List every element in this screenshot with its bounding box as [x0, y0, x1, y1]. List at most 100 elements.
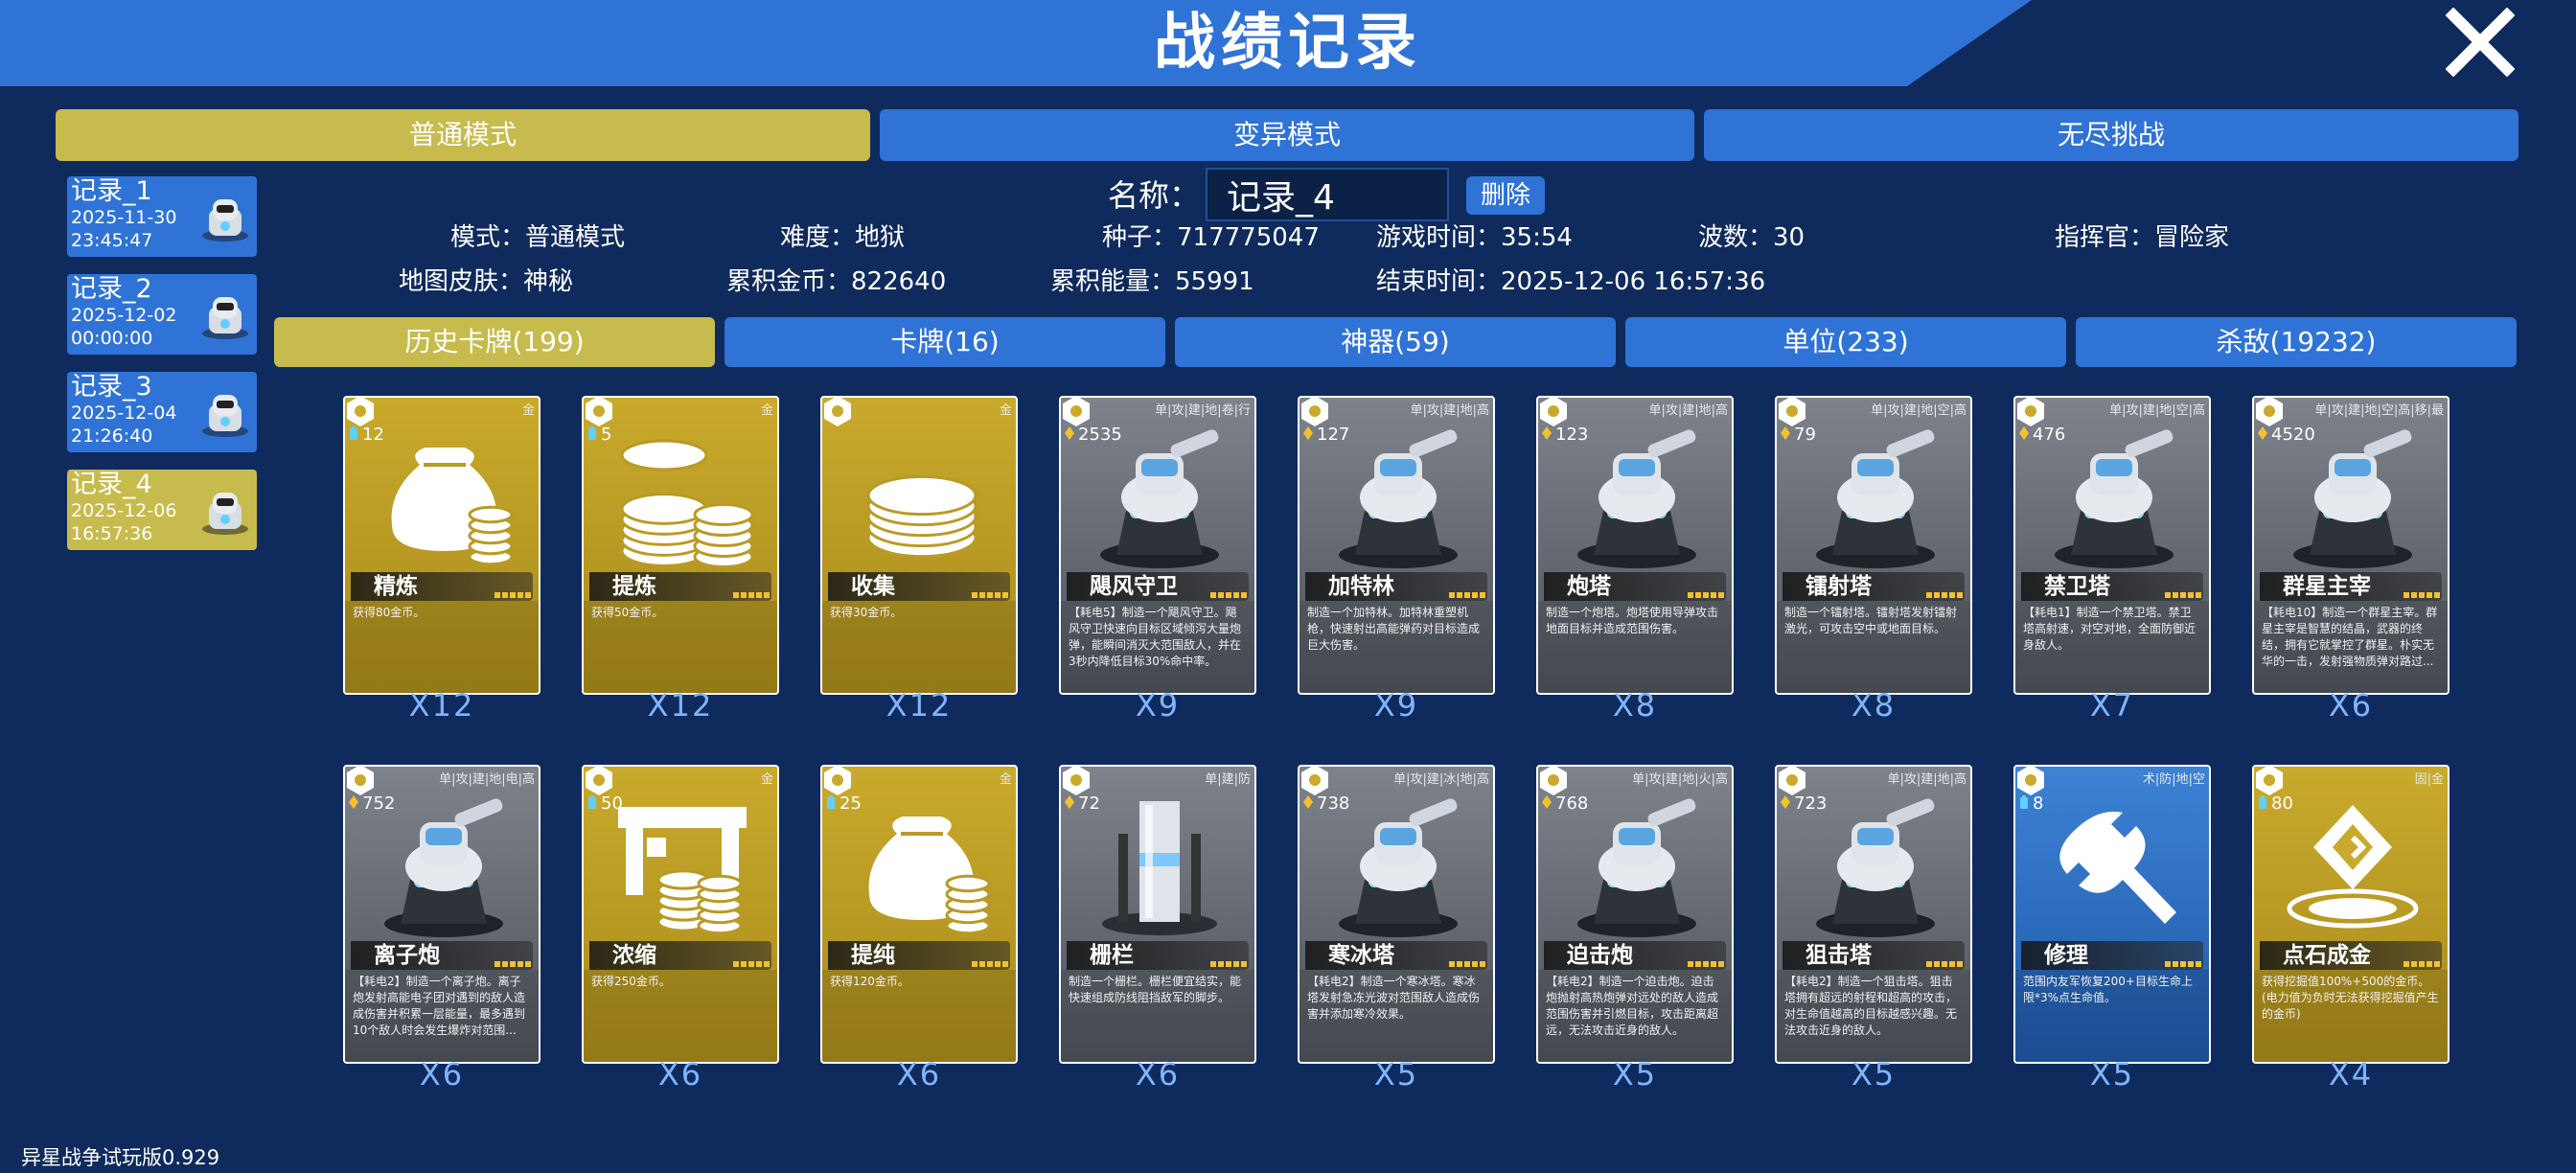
card-17[interactable]: 固|金 80 点石成金 获得挖掘值100%+500的金币。(电力值为负时无法获得挖掘值… — [2252, 765, 2450, 1064]
card-5[interactable]: 单|攻|建|地|高 123 炮塔 制造一个炮塔。炮塔使用导弹攻击地面目标并造成范围伤害… — [1536, 396, 1734, 695]
category-tab-2[interactable]: 神器(59) — [1175, 317, 1616, 367]
gold-diamond-icon — [1303, 795, 1313, 809]
card-count: X4 — [2328, 1056, 2374, 1092]
card-count: X9 — [1373, 687, 1419, 724]
card-13[interactable]: 单|攻|建|冰|地|高 738 寒冰塔 【耗电2】制造一个寒冰塔。寒冰塔发射急冻光波对… — [1298, 765, 1495, 1064]
category-tab-0[interactable]: 历史卡牌(199) — [274, 317, 715, 367]
close-icon[interactable] — [2446, 8, 2515, 77]
card-9[interactable]: 单|攻|建|地|电|高 752 离子炮 【耗电2】制造一个离子炮。离子炮发射高能电子团… — [343, 765, 540, 1064]
record-item[interactable]: 记录_2 2025-12-02 00:00:00 — [67, 274, 257, 355]
record-date: 2025-12-02 — [71, 305, 177, 326]
card-name: 收集 — [851, 574, 895, 599]
card-name: 迫击炮 — [1567, 943, 1633, 968]
name-label: 名称： — [1108, 177, 1201, 214]
card-type-badge-icon — [824, 767, 851, 795]
turret-icon — [384, 798, 503, 937]
card-description: 【耗电1】制造一个禁卫塔。禁卫塔高射速，对空对地，全面防御近身敌人。 — [2023, 606, 2196, 652]
gold-diamond-icon — [1303, 426, 1313, 440]
gold-diamond-icon — [349, 795, 358, 809]
card-type-badge-icon — [586, 398, 612, 426]
card-4[interactable]: 单|攻|建|地|高 127 加特林 制造一个加特林。加特林重塑机枪，快速射出高能弹药对… — [1298, 396, 1495, 695]
gold-diamond-icon — [1542, 426, 1552, 440]
record-item[interactable]: 记录_1 2025-11-30 23:45:47 — [67, 176, 257, 257]
delete-button[interactable]: 删除 — [1466, 176, 1545, 215]
card-tags: 单|攻|建|地|卷|行 — [1155, 403, 1251, 418]
turret-icon — [2055, 429, 2174, 568]
card-type-badge-icon — [1301, 398, 1328, 426]
card-type-badge-icon — [2017, 398, 2044, 426]
category-tab-1[interactable]: 卡牌(16) — [724, 317, 1165, 367]
category-tab-3[interactable]: 单位(233) — [1625, 317, 2066, 367]
rarity-stars-icon — [2165, 592, 2201, 598]
record-time: 21:26:40 — [71, 426, 153, 447]
card-tags: 金 — [760, 403, 773, 418]
info-value: 822640 — [851, 267, 947, 296]
card-15[interactable]: 单|攻|建|地|高 723 狙击塔 【耗电2】制造一个狙击塔。狙击塔拥有超远的射程和超… — [1775, 765, 1972, 1064]
card-1[interactable]: 金 5 提炼 获得50金币。 — [582, 396, 779, 695]
record-item[interactable]: 记录_3 2025-12-04 21:26:40 — [67, 372, 257, 452]
card-tags: 术|防|地|空 — [2142, 772, 2205, 787]
wrench-icon — [2059, 811, 2176, 924]
category-tab-4[interactable]: 杀敌(19232) — [2076, 317, 2517, 367]
turret-icon — [1339, 429, 1458, 568]
card-tags: 金 — [999, 403, 1012, 418]
card-type-badge-icon — [2017, 767, 2044, 795]
record-item[interactable]: 记录_4 2025-12-06 16:57:36 — [67, 470, 257, 550]
card-description: 获得30金币。 — [830, 606, 903, 619]
gold-diamond-icon — [1781, 795, 1790, 809]
mode-tab-2[interactable]: 无尽挑战 — [1704, 109, 2518, 161]
gold-diamond-icon — [2019, 426, 2029, 440]
card-8[interactable]: 单|攻|建|地|空|高|移|最 4520 群星主宰 【耗电10】制造一个群星主宰。群星… — [2252, 396, 2450, 695]
gold-diamond-icon — [1065, 795, 1074, 809]
rarity-stars-icon — [1926, 961, 1963, 967]
card-type-badge-icon — [1063, 767, 1090, 795]
card-description: 获得120金币。 — [830, 975, 909, 988]
press-coins-icon — [618, 807, 747, 935]
card-tags: 单|攻|建|地|空|高|移|最 — [2314, 403, 2444, 418]
card-type-badge-icon — [586, 767, 612, 795]
mode-tab-1[interactable]: 变异模式 — [880, 109, 1694, 161]
rarity-stars-icon — [1926, 592, 1963, 598]
rarity-stars-icon — [2404, 592, 2440, 598]
card-description: 制造一个炮塔。炮塔使用导弹攻击地面目标并造成范围伤害。 — [1546, 606, 1719, 635]
rarity-stars-icon — [1449, 961, 1485, 967]
info-field: 结束时间：2025-12-06 16:57:36 — [1376, 264, 1765, 299]
card-count: X12 — [886, 687, 953, 724]
mode-tab-0[interactable]: 普通模式 — [56, 109, 870, 161]
info-field: 波数：30 — [1698, 220, 1805, 255]
card-type-badge-icon — [1779, 398, 1806, 426]
card-3[interactable]: 单|攻|建|地|卷|行 2535 飓风守卫 【耗电5】制造一个飓风守卫。飓风守卫快速向… — [1059, 396, 1256, 695]
info-value: 55991 — [1175, 267, 1254, 296]
card-11[interactable]: 金 25 提纯 获得120金币。 — [820, 765, 1018, 1064]
card-6[interactable]: 单|攻|建|地|空|高 79 镭射塔 制造一个镭射塔。镭射塔发射镭射激光，可攻击空中或… — [1775, 396, 1972, 695]
info-value: 717775047 — [1177, 223, 1320, 252]
coin-stacks-icon — [620, 439, 754, 568]
rarity-stars-icon — [1210, 961, 1247, 967]
rarity-stars-icon — [2404, 961, 2440, 967]
card-description: 【耗电2】制造一个寒冰塔。寒冰塔发射急冻光波对范围敌人造成伤害并添加寒冷效果。 — [1307, 975, 1481, 1021]
gold-diamond-icon — [2258, 426, 2267, 440]
card-0[interactable]: 金 12 精炼 获得80金币。 — [343, 396, 540, 695]
card-tags: 单|攻|建|地|火|高 — [1632, 772, 1728, 787]
card-16[interactable]: 术|防|地|空 8 修理 范围内友军恢复200+目标生命上限*3%点生命值。 — [2013, 765, 2211, 1064]
card-12[interactable]: 单|建|防 72 栅栏 制造一个栅栏。栅栏便宜结实，能快速组成防线阻挡敌军的脚步。 — [1059, 765, 1256, 1064]
record-date: 2025-11-30 — [71, 207, 177, 228]
energy-cell-icon — [350, 426, 357, 440]
info-value: 普通模式 — [525, 223, 626, 252]
bag-coins-icon — [868, 816, 991, 935]
gold-emblem-icon — [2287, 805, 2419, 929]
card-2[interactable]: 金收集获得30金币。 — [820, 396, 1018, 695]
info-label: 地图皮肤： — [399, 267, 524, 296]
version-label: 异星战争试玩版0.929 — [21, 1146, 220, 1169]
card-count: X6 — [896, 1056, 942, 1092]
info-label: 累积能量： — [1050, 267, 1176, 296]
card-description: 获得50金币。 — [591, 606, 664, 619]
card-14[interactable]: 单|攻|建|地|火|高 768 迫击炮 【耗电2】制造一个迫击炮。迫击炮抛射高热炮弹对… — [1536, 765, 1734, 1064]
record-name-input[interactable] — [1206, 168, 1449, 221]
commander-avatar-icon — [202, 297, 248, 339]
card-10[interactable]: 金 50 浓缩 获得250金币。 — [582, 765, 779, 1064]
card-tags: 单|攻|建|地|高 — [1887, 772, 1966, 787]
turret-icon — [1577, 429, 1696, 568]
card-type-badge-icon — [347, 767, 374, 795]
card-7[interactable]: 单|攻|建|地|空|高 476 禁卫塔 【耗电1】制造一个禁卫塔。禁卫塔高射速，对空对… — [2013, 396, 2211, 695]
